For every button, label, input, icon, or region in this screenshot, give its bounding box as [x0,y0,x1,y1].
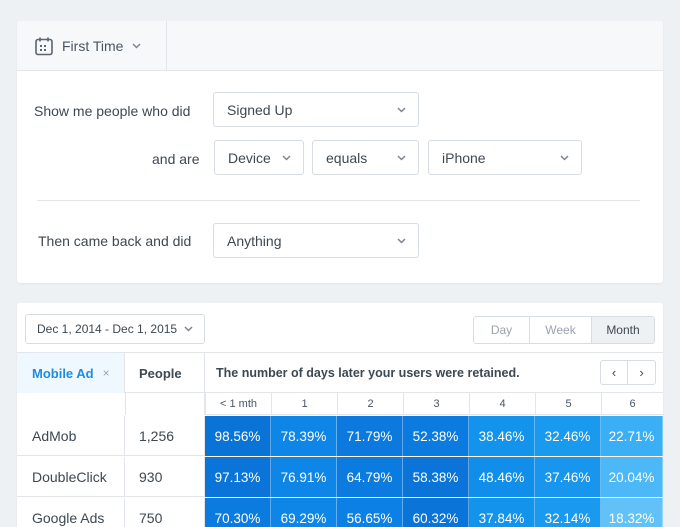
pager-next-button[interactable]: › [628,361,655,384]
period-header: 2 [337,393,403,414]
show-me-label: Show me people who did [34,103,191,119]
period-header: 6 [601,393,663,414]
retention-cell[interactable]: 78.39% [271,416,337,456]
period-header: < 1 mth [205,393,271,414]
period-header-row: < 1 mth 1 2 3 4 5 6 [205,393,663,415]
pager-prev-button[interactable]: ‹ [601,361,628,384]
chevron-down-icon [560,155,569,161]
row-segment-name: AdMob [17,416,125,456]
chevron-down-icon [282,155,291,161]
chevron-down-icon [184,326,193,332]
row-segment-name: Google Ads [17,498,125,527]
retention-cell[interactable]: 70.30% [205,498,271,527]
and-are-label: and are [152,151,200,167]
retention-cell[interactable]: 32.46% [535,416,601,456]
retention-cell[interactable]: 64.79% [337,457,403,497]
retention-cell[interactable]: 22.71% [601,416,663,456]
row-segment-name: DoubleClick [17,457,125,497]
filter-panel: First Time Show me people who did Signed… [17,21,663,283]
retention-cell[interactable]: 48.46% [469,457,535,497]
table-header: Mobile Ad × People The number of days la… [17,353,663,393]
period-header: 1 [271,393,337,414]
granularity-week-button[interactable]: Week [530,317,592,343]
segment-label: Mobile Ad [32,365,94,381]
property-match-value: iPhone [442,149,486,166]
granularity-month-button[interactable]: Month [592,317,654,343]
people-column-header: People [125,353,205,393]
chevron-down-icon [397,238,406,244]
retention-cell[interactable]: 76.91% [271,457,337,497]
calendar-icon [35,37,53,56]
report-toolbar: Dec 1, 2014 - Dec 1, 2015 Day Week Month [17,303,663,353]
segment-column-header[interactable]: Mobile Ad × [17,353,125,393]
return-event-dropdown[interactable]: Anything [213,223,419,258]
came-back-label: Then came back and did [38,233,192,249]
retention-cell[interactable]: 98.56% [205,416,271,456]
date-range-dropdown[interactable]: Dec 1, 2014 - Dec 1, 2015 [25,314,205,344]
table-row[interactable]: AdMob 1,256 98.56% 78.39% 71.79% 52.38% 38.46%… [17,416,663,456]
retention-cell[interactable]: 97.13% [205,457,271,497]
chevron-down-icon [397,107,406,113]
retention-report: Dec 1, 2014 - Dec 1, 2015 Day Week Month… [17,303,663,527]
retention-cell[interactable]: 58.38% [403,457,469,497]
table-row[interactable]: DoubleClick 930 97.13% 76.91% 64.79% 58.38% 48… [17,457,663,497]
first-time-dropdown[interactable]: First Time [17,21,167,71]
period-header: 5 [535,393,601,414]
retention-cells: 98.56% 78.39% 71.79% 52.38% 38.46% 32.46% 22.7… [205,416,663,456]
retention-cell[interactable]: 32.14% [535,498,601,527]
retention-cell[interactable]: 38.46% [469,416,535,456]
return-event-value: Anything [227,232,282,249]
event-dropdown[interactable]: Signed Up [213,92,419,127]
days-header-label: The number of days later your users were… [216,366,520,380]
retention-cells: 97.13% 76.91% 64.79% 58.38% 48.46% 37.46% 20.0… [205,457,663,497]
row-people-count: 1,256 [125,416,205,456]
close-icon[interactable]: × [103,366,110,380]
retention-cell[interactable]: 37.46% [535,457,601,497]
row-people-count: 930 [125,457,205,497]
event-value: Signed Up [227,101,293,118]
chevron-down-icon [132,43,141,49]
granularity-toggle: Day Week Month [473,316,655,344]
period-pager: ‹ › [600,360,656,385]
period-header: 3 [403,393,469,414]
first-time-label: First Time [62,38,124,54]
table-row[interactable]: Google Ads 750 70.30% 69.29% 56.65% 60.32% 37.… [17,498,663,527]
retention-cells: 70.30% 69.29% 56.65% 60.32% 37.84% 32.14% 18.3… [205,498,663,527]
retention-cell[interactable]: 52.38% [403,416,469,456]
retention-cell[interactable]: 60.32% [403,498,469,527]
property-value-dropdown[interactable]: iPhone [428,140,582,175]
period-header: 4 [469,393,535,414]
days-column-header: The number of days later your users were… [205,353,663,393]
operator-value: equals [326,149,368,166]
retention-cell[interactable]: 69.29% [271,498,337,527]
retention-cell[interactable]: 18.32% [601,498,663,527]
retention-cell[interactable]: 37.84% [469,498,535,527]
date-range-value: Dec 1, 2014 - Dec 1, 2015 [37,322,178,336]
property-value: Device [228,149,271,166]
filter-header: First Time [17,21,663,71]
header-stub [17,393,205,415]
operator-dropdown[interactable]: equals [312,140,419,175]
granularity-day-button[interactable]: Day [474,317,530,343]
row-people-count: 750 [125,498,205,527]
filter-divider [37,200,640,201]
retention-cell[interactable]: 20.04% [601,457,663,497]
retention-cell[interactable]: 56.65% [337,498,403,527]
retention-cell[interactable]: 71.79% [337,416,403,456]
chevron-down-icon [397,155,406,161]
property-dropdown[interactable]: Device [214,140,304,175]
